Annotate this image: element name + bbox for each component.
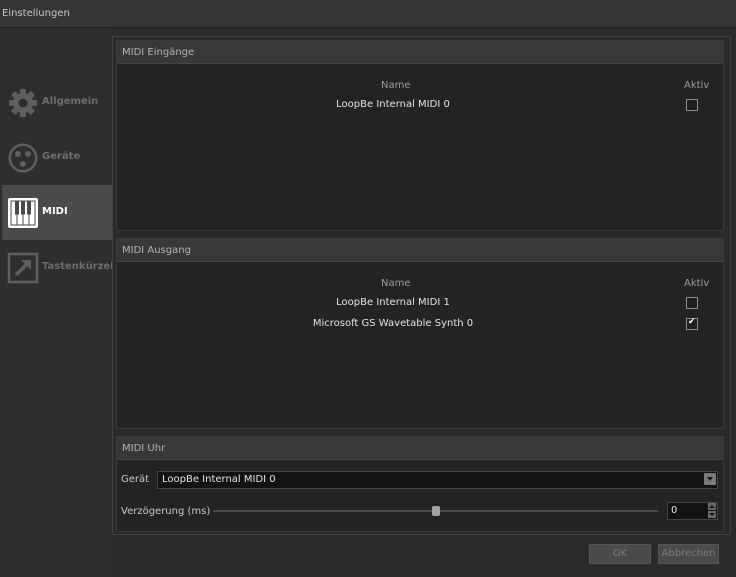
device-name: LoopBe Internal MIDI 1 [336, 297, 450, 308]
column-header-name: Name [381, 80, 411, 91]
active-checkbox[interactable] [686, 297, 698, 309]
clock-device-select[interactable]: LoopBe Internal MIDI 0 [157, 471, 718, 489]
midi-outputs-title: MIDI Ausgang [122, 245, 191, 256]
midi-clock-header: MIDI Uhr [117, 437, 723, 460]
window-title: Einstellungen [2, 8, 70, 19]
midi-inputs-header: MIDI Eingänge [117, 41, 723, 64]
cancel-button[interactable]: Abbrechen [658, 544, 719, 564]
clock-device-value: LoopBe Internal MIDI 0 [162, 474, 276, 485]
column-header-name: Name [381, 278, 411, 289]
active-checkbox[interactable] [686, 317, 698, 330]
column-header-active: Aktiv [684, 278, 710, 289]
sidebar-item-allgemein[interactable]: Allgemein [2, 75, 112, 130]
sidebar-item-label: MIDI [42, 206, 68, 217]
midi-outputs-header: MIDI Ausgang [117, 239, 723, 262]
ok-button[interactable]: OK [589, 544, 651, 564]
sidebar-item-label: Tastenkürzel [42, 261, 114, 272]
active-checkbox[interactable] [686, 99, 698, 111]
sidebar-item-tastenkuerzel[interactable]: Tastenkürzel [2, 240, 114, 295]
midi-inputs-title: MIDI Eingänge [122, 47, 195, 58]
delay-label: Verzögerung (ms) [121, 506, 211, 517]
spin-up-icon[interactable] [708, 503, 716, 510]
delay-value: 0 [671, 505, 678, 516]
piano-keys-icon [8, 198, 38, 228]
window-titlebar: Einstellungen [0, 0, 736, 28]
chevron-down-icon[interactable] [704, 473, 716, 485]
devices-icon [8, 143, 38, 173]
gear-icon [9, 89, 37, 117]
sidebar-item-label: Geräte [42, 151, 81, 162]
settings-sidebar: Allgemein Geräte MIDI Tastenkürzel [0, 28, 114, 577]
device-name: Microsoft GS Wavetable Synth 0 [312, 318, 474, 329]
device-name: LoopBe Internal MIDI 0 [336, 99, 450, 110]
delay-slider-handle[interactable] [431, 506, 440, 516]
shortcut-arrow-icon [7, 252, 39, 284]
spin-down-icon[interactable] [708, 511, 716, 518]
sidebar-item-midi[interactable]: MIDI [2, 185, 112, 240]
delay-spinbox[interactable]: 0 [667, 502, 718, 520]
midi-outputs-group: MIDI Ausgang Name Aktiv LoopBe Internal … [116, 238, 724, 429]
column-header-active: Aktiv [684, 80, 710, 91]
midi-clock-title: MIDI Uhr [122, 443, 166, 454]
sidebar-item-label: Allgemein [42, 96, 99, 107]
midi-inputs-group: MIDI Eingänge Name Aktiv LoopBe Internal… [116, 40, 724, 231]
sidebar-item-geraete[interactable]: Geräte [2, 130, 112, 185]
device-label: Gerät [121, 474, 150, 485]
